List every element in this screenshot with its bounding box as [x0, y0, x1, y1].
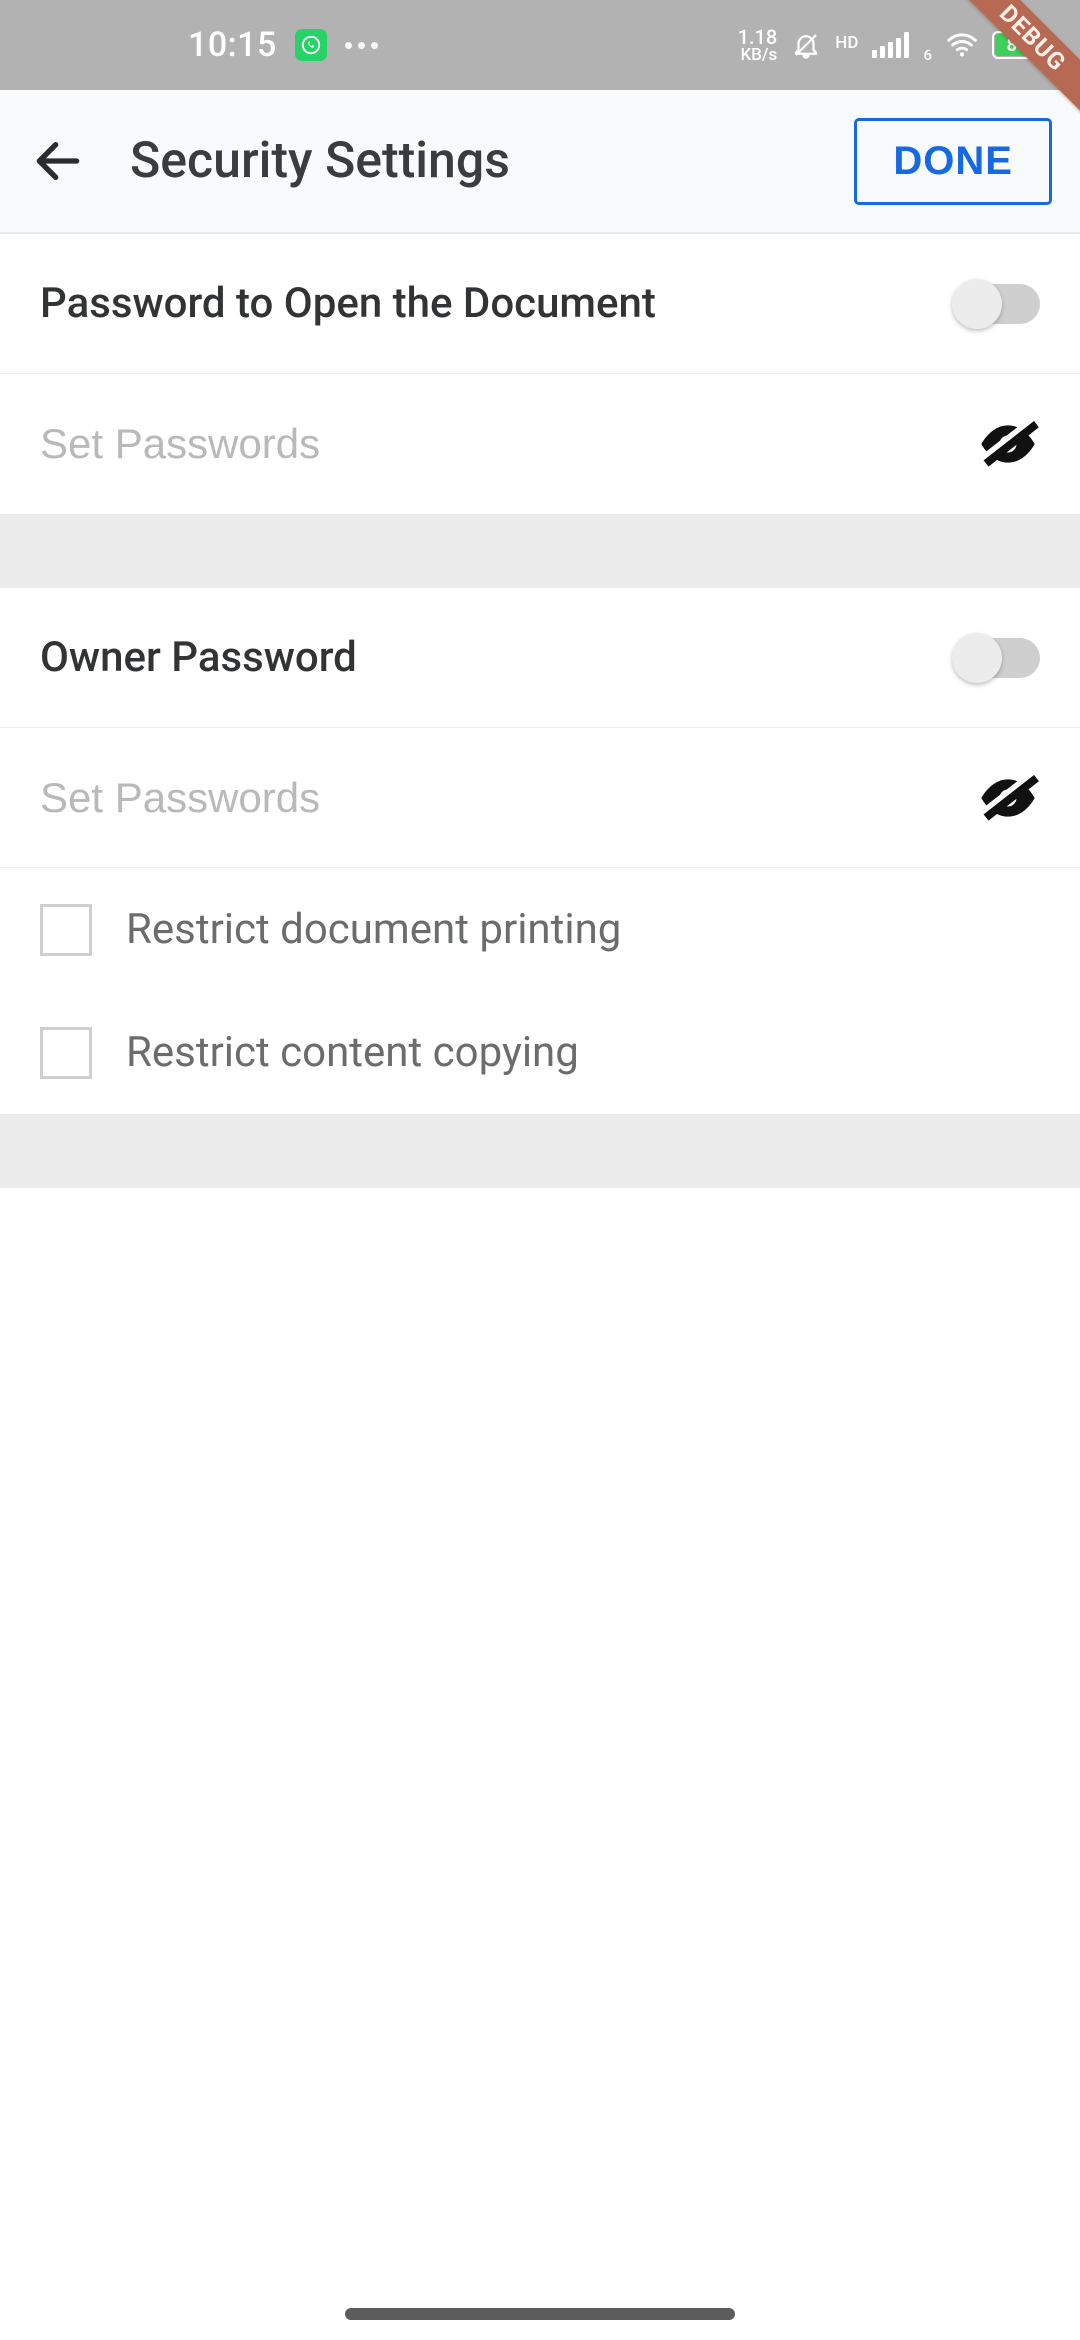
restrict-copying-checkbox[interactable]	[40, 1027, 92, 1079]
clock-time: 10:15	[188, 25, 277, 65]
home-indicator[interactable]	[345, 2308, 735, 2320]
open-password-label: Password to Open the Document	[40, 279, 956, 328]
app-bar: Security Settings DONE	[0, 90, 1080, 234]
row-owner-password-toggle: Owner Password	[0, 588, 1080, 728]
restrict-copying-label: Restrict content copying	[126, 1028, 579, 1077]
restrict-printing-checkbox[interactable]	[40, 904, 92, 956]
page-title: Security Settings	[130, 132, 812, 190]
restrict-printing-label: Restrict document printing	[126, 905, 621, 954]
row-restrict-printing[interactable]: Restrict document printing	[0, 868, 1080, 991]
eye-off-icon	[976, 766, 1040, 830]
more-dots-icon	[345, 42, 378, 49]
open-password-toggle[interactable]	[956, 284, 1040, 324]
signal-subscript: 6	[923, 46, 932, 64]
owner-password-toggle[interactable]	[956, 638, 1040, 678]
eye-off-icon	[976, 412, 1040, 476]
notifications-muted-icon	[791, 30, 821, 60]
owner-password-visibility-toggle[interactable]	[976, 766, 1040, 830]
done-button[interactable]: DONE	[854, 118, 1052, 205]
status-bar: 10:15 1.18 KB/s HD 6 89 DEBUG	[0, 0, 1080, 90]
whatsapp-icon	[295, 29, 327, 61]
network-speed: 1.18 KB/s	[738, 27, 778, 64]
section-open-password: Password to Open the Document	[0, 234, 1080, 514]
row-owner-password-input	[0, 728, 1080, 868]
back-button[interactable]	[28, 131, 88, 191]
owner-password-input[interactable]	[40, 774, 976, 822]
signal-icon	[872, 32, 909, 58]
open-password-input[interactable]	[40, 420, 976, 468]
row-open-password-input	[0, 374, 1080, 514]
section-owner-password: Owner Password Restrict document printin…	[0, 588, 1080, 1114]
row-open-password-toggle: Password to Open the Document	[0, 234, 1080, 374]
section-gap	[0, 514, 1080, 588]
open-password-visibility-toggle[interactable]	[976, 412, 1040, 476]
row-restrict-copying[interactable]: Restrict content copying	[0, 991, 1080, 1114]
section-gap-bottom	[0, 1114, 1080, 1188]
statusbar-left: 10:15	[188, 25, 378, 65]
hd-indicator: HD	[835, 33, 858, 53]
wifi-icon	[946, 29, 978, 61]
owner-password-label: Owner Password	[40, 633, 956, 682]
arrow-left-icon	[30, 133, 86, 189]
